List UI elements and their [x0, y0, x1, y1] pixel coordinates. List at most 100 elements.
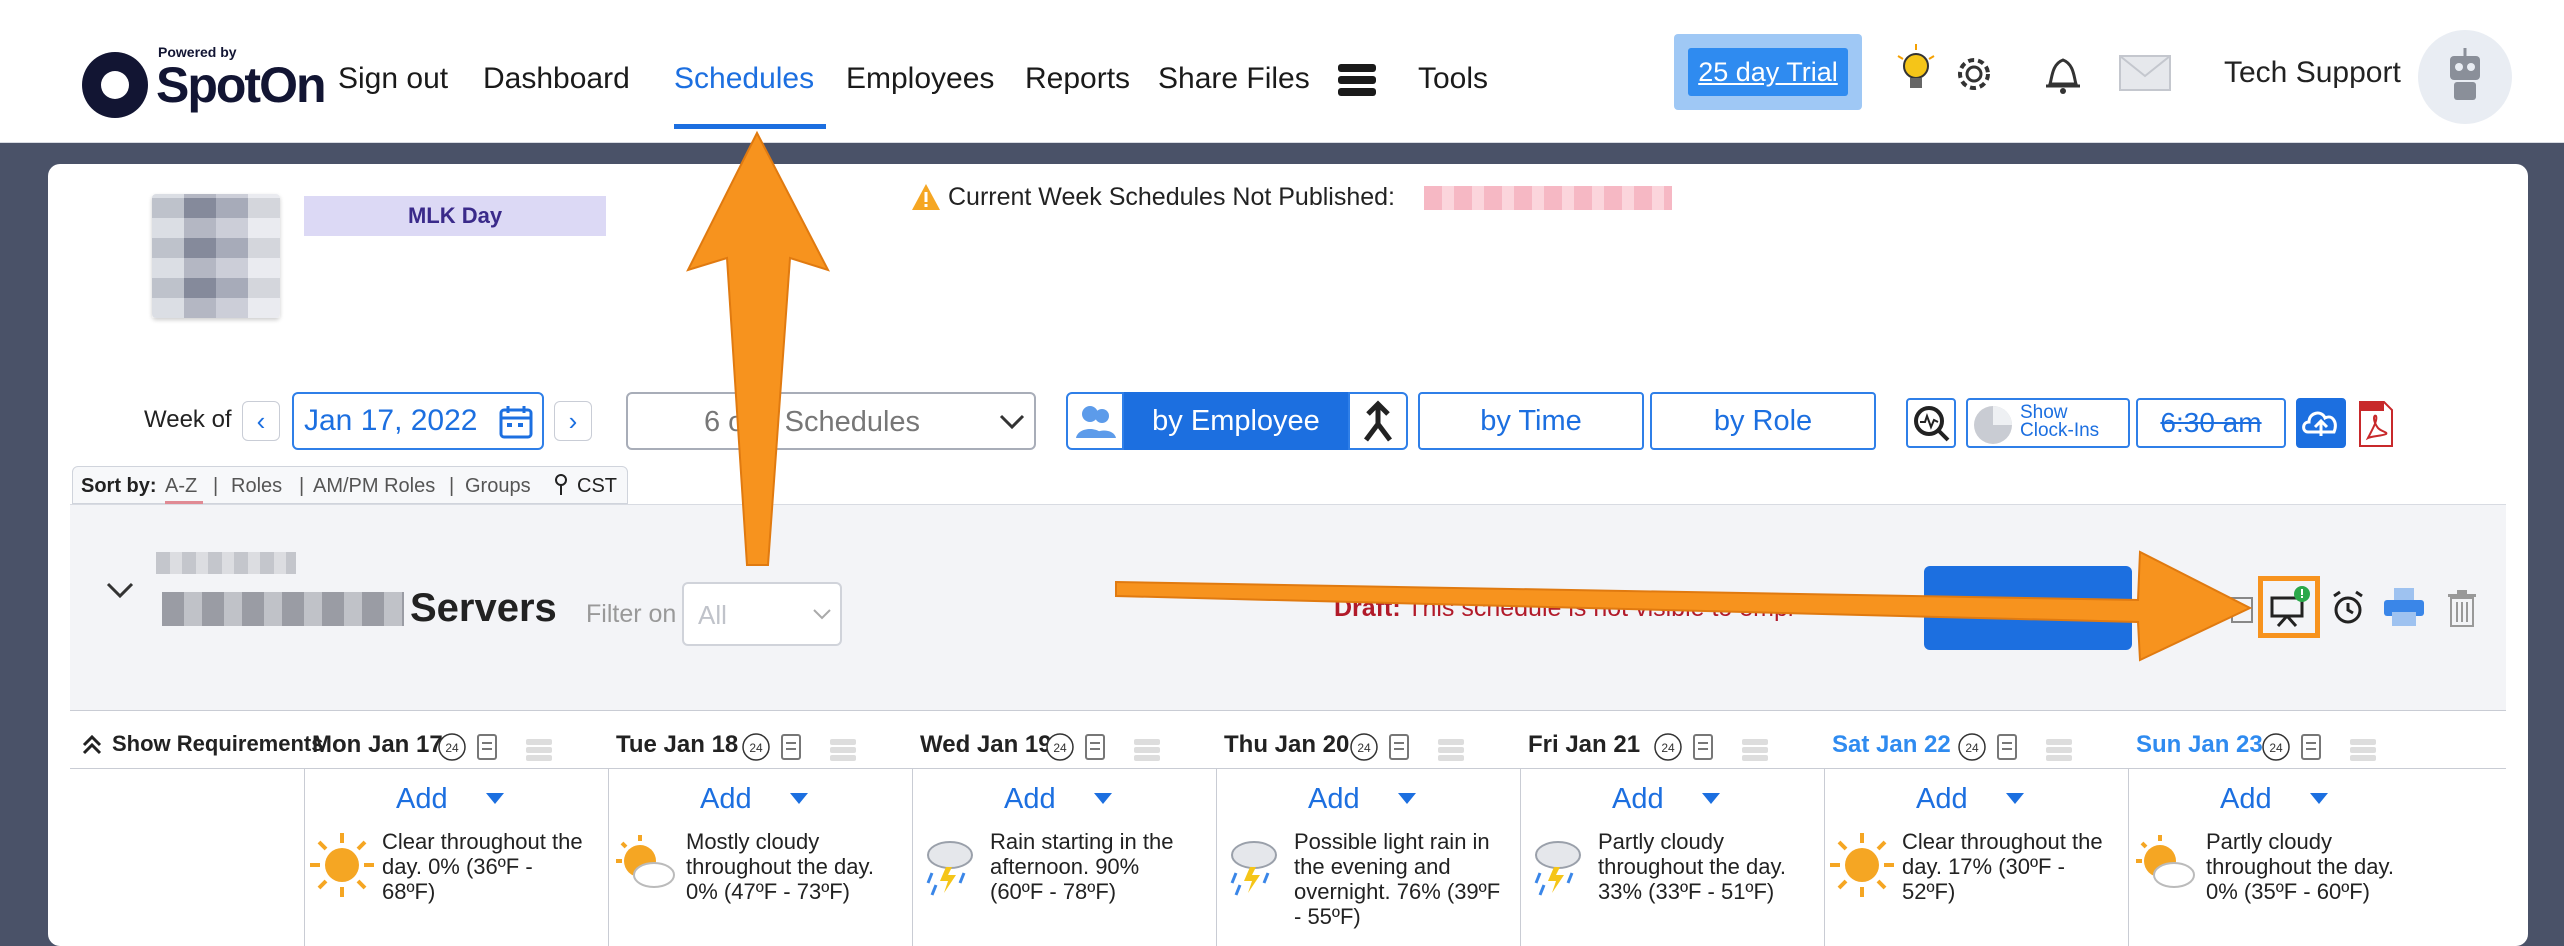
prev-week-button[interactable]: ‹ [242, 401, 280, 441]
people-icon [1076, 406, 1116, 438]
show-clock-ins-button[interactable]: Show Clock-Ins [1966, 398, 2130, 448]
weather-forecast: Partly cloudy throughout the day. 33% (3… [1598, 829, 1786, 904]
day-header[interactable]: Mon Jan 17 [312, 731, 443, 759]
add-dropdown-caret[interactable] [2310, 793, 2328, 804]
user-name[interactable]: Tech Support [2224, 56, 2401, 90]
trial-banner: 25 day Trial [1674, 34, 1862, 110]
day-action-icons[interactable]: 24 [438, 731, 558, 765]
avatar[interactable] [2418, 30, 2512, 124]
group-name: Servers [410, 586, 557, 630]
week-of-label: Week of [144, 406, 232, 433]
search-activity-button[interactable] [1906, 398, 1956, 448]
add-shift-button[interactable]: Add [1004, 783, 1056, 816]
day-header[interactable]: Wed Jan 19 [920, 731, 1052, 759]
next-week-button[interactable]: › [554, 401, 592, 441]
day-action-icons[interactable]: 24 [2262, 731, 2382, 765]
nav-dashboard[interactable]: Dashboard [483, 62, 630, 96]
publish-button[interactable] [1924, 566, 2132, 650]
alarm-clock-icon[interactable] [2328, 588, 2368, 628]
rain-icon [1534, 841, 1581, 896]
rain-icon [1230, 841, 1277, 896]
add-dropdown-caret[interactable] [1702, 793, 1720, 804]
redacted-location [156, 552, 296, 574]
filter-dropdown[interactable]: All [682, 582, 842, 646]
svg-text:24: 24 [1661, 741, 1675, 755]
by-employee-button[interactable]: by Employee [1124, 392, 1348, 450]
logo-mark [82, 52, 148, 118]
lightbulb-icon[interactable] [1894, 42, 1938, 96]
trash-icon[interactable] [2446, 588, 2478, 628]
redacted-names [1424, 186, 1672, 210]
add-shift-button[interactable]: Add [1308, 783, 1360, 816]
day-column-divider [912, 768, 913, 946]
fork-view-button[interactable] [1348, 392, 1408, 450]
svg-text:24: 24 [1053, 741, 1067, 755]
nav-reports[interactable]: Reports [1025, 62, 1130, 96]
timezone-label[interactable]: CST [577, 475, 617, 498]
day-header[interactable]: Thu Jan 20 [1224, 731, 1349, 759]
calendar-icon[interactable] [498, 404, 534, 440]
business-logo [152, 194, 280, 318]
day-header[interactable]: Sun Jan 23 [2136, 731, 2263, 759]
sort-option-ampm-roles[interactable]: AM/PM Roles [313, 475, 435, 498]
gear-icon[interactable] [1952, 52, 1996, 96]
robot-icon [2450, 48, 2480, 100]
day-header[interactable]: Tue Jan 18 [616, 731, 738, 759]
add-dropdown-caret[interactable] [1398, 793, 1416, 804]
pdf-icon[interactable] [2356, 400, 2396, 448]
show-requirements-toggle[interactable]: Show Requirements [112, 731, 323, 757]
top-nav-bar: Powered by SpotOn Sign out Dashboard Sch… [0, 0, 2564, 143]
sort-option-roles[interactable]: Roles [231, 475, 282, 498]
day-action-icons[interactable]: 24 [742, 731, 862, 765]
nav-share-files[interactable]: Share Files [1158, 62, 1310, 96]
mail-icon[interactable] [2118, 54, 2172, 92]
pie-clock-icon [1974, 406, 2012, 444]
add-shift-button[interactable]: Add [396, 783, 448, 816]
employee-view-icon-button[interactable] [1066, 392, 1124, 450]
nav-sign-out[interactable]: Sign out [338, 62, 448, 96]
sort-option-groups[interactable]: Groups [465, 475, 531, 498]
add-dropdown-caret[interactable] [1094, 793, 1112, 804]
day-action-icons[interactable]: 24 [1350, 731, 1470, 765]
bell-icon[interactable] [2042, 50, 2084, 96]
day-column-divider [608, 768, 609, 946]
day-header[interactable]: Fri Jan 21 [1528, 731, 1640, 759]
time-filter-button[interactable]: 6:30 am [2136, 398, 2286, 448]
add-dropdown-caret[interactable] [790, 793, 808, 804]
add-shift-button[interactable]: Add [1612, 783, 1664, 816]
week-date-picker[interactable]: Jan 17, 2022 [292, 392, 544, 450]
svg-text:24: 24 [1357, 741, 1371, 755]
day-action-icons[interactable]: 24 [1958, 731, 2078, 765]
clock-ins-line2: Clock-Ins [2020, 420, 2100, 441]
day-column-divider [1824, 768, 1825, 946]
double-chevron-up-icon[interactable] [80, 733, 104, 757]
chevron-down-icon [999, 414, 1025, 430]
day-action-icons[interactable]: 24 [1654, 731, 1774, 765]
day-action-icons[interactable]: 24 [1046, 731, 1166, 765]
collapse-chevron-icon[interactable] [104, 574, 136, 606]
add-dropdown-caret[interactable] [486, 793, 504, 804]
day-header[interactable]: Sat Jan 22 [1832, 731, 1951, 759]
stack-icon[interactable] [1336, 62, 1378, 98]
by-role-button[interactable]: by Role [1650, 392, 1876, 450]
svg-text:24: 24 [2269, 741, 2283, 755]
add-shift-button[interactable]: Add [2220, 783, 2272, 816]
unpublished-warning: Current Week Schedules Not Published: [948, 183, 1395, 211]
add-dropdown-caret[interactable] [2006, 793, 2024, 804]
by-time-button[interactable]: by Time [1418, 392, 1644, 450]
schedules-dropdown[interactable]: 6 of 9 Schedules [626, 392, 1036, 450]
add-shift-button[interactable]: Add [1916, 783, 1968, 816]
sort-option-az[interactable]: A-Z [165, 475, 197, 498]
nav-employees[interactable]: Employees [846, 62, 994, 96]
add-shift-button[interactable]: Add [700, 783, 752, 816]
nav-tools[interactable]: Tools [1418, 62, 1488, 96]
spoton-logo[interactable]: Powered by SpotOn [82, 44, 327, 120]
upload-button[interactable] [2296, 398, 2346, 448]
copy-icon[interactable] [2226, 590, 2256, 624]
print-icon[interactable] [2382, 586, 2426, 628]
day-column-divider [304, 768, 305, 946]
trial-button[interactable]: 25 day Trial [1688, 48, 1848, 96]
draft-text: This schedule is not visible to empl [1407, 594, 1794, 622]
nav-schedules[interactable]: Schedules [674, 62, 814, 96]
partly-cloudy-icon [2136, 835, 2195, 888]
